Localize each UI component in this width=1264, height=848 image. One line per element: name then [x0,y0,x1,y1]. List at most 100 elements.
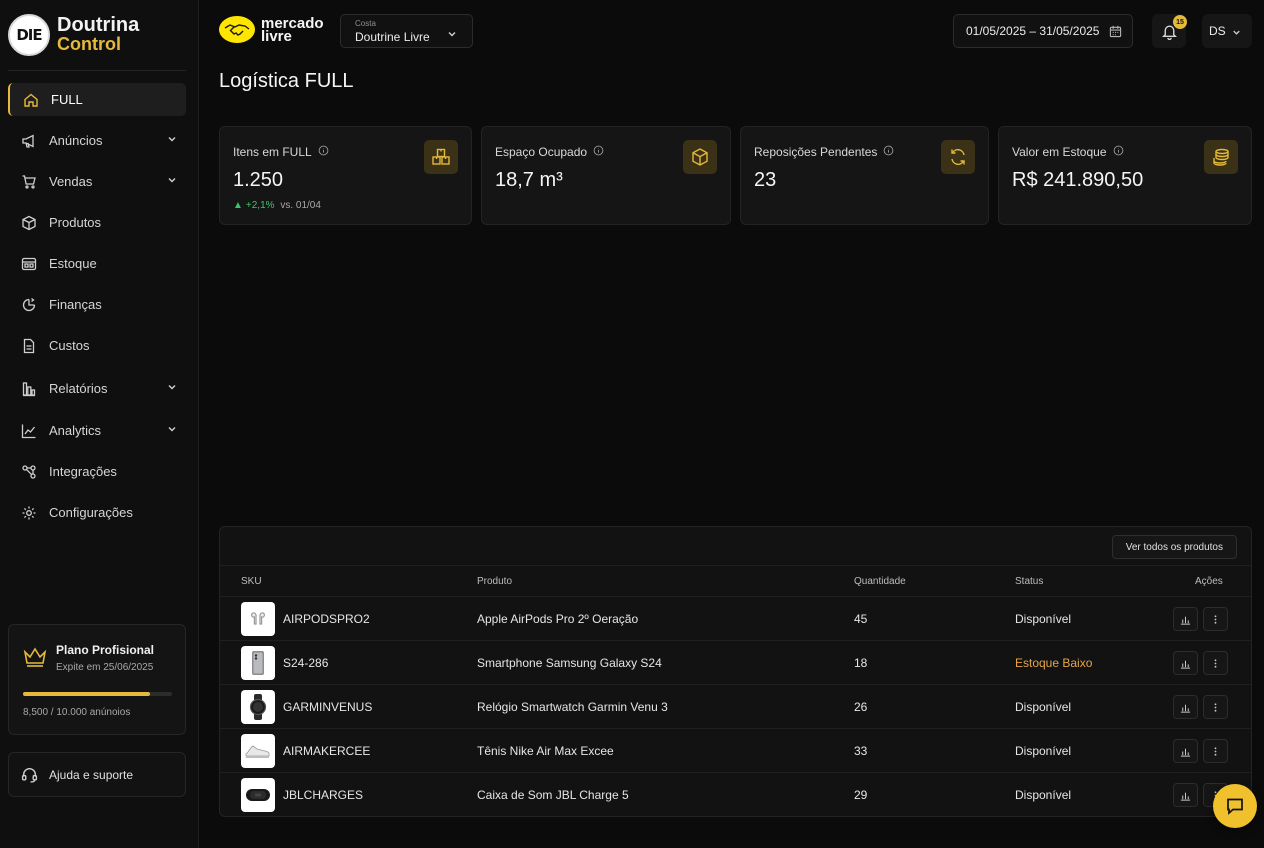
column-header-produto[interactable]: Produto [477,576,512,587]
info-icon[interactable] [883,145,894,159]
notifications-button[interactable]: 15 [1152,14,1187,48]
sidebar-item-analytics[interactable]: Analytics [8,414,186,447]
handshake-icon [219,16,255,43]
more-options-button[interactable] [1203,607,1228,631]
product-thumbnail[interactable] [241,690,275,724]
home-icon [23,92,39,108]
sku-cell: AIRPODSPRO2 [283,612,370,626]
brand-sub: Control [57,34,121,54]
kpi-label: Reposições Pendentes [754,145,878,159]
mercado-livre-logo[interactable]: mercado livre [219,16,324,44]
finance-icon [21,297,37,313]
chat-button[interactable] [1213,784,1257,828]
table-row[interactable]: JBLCHARGES Caixa de Som JBL Charge 5 29 Dis… [220,773,1251,816]
box-icon [21,215,37,231]
divider [8,70,186,71]
stats-button[interactable] [1173,695,1198,719]
kpi-label: Espaço Ocupado [495,145,588,159]
sidebar-item-integracoes[interactable]: Integrações [8,455,186,488]
status-cell: Disponível [1015,788,1072,802]
kpi-card-itens-full: Itens em FULL 1.250 ▲ +2,1% vs. 01/04 [219,126,472,225]
plan-card[interactable]: Plano Profisional Expite em 25/06/2025 8… [8,624,186,735]
inventory-icon [21,256,37,272]
sidebar-item-configuracoes[interactable]: Configurações [8,496,186,529]
document-icon [21,338,37,354]
column-header-quantidade[interactable]: Quantidade [854,576,906,587]
stats-button[interactable] [1173,607,1198,631]
account-select[interactable]: Costa Doutrine Livre [340,14,473,48]
more-vertical-icon [1214,702,1217,712]
boxes-icon [424,140,458,174]
headset-icon [21,767,38,783]
sidebar-item-vendas[interactable]: Vendas [8,165,186,198]
date-range-picker[interactable]: 01/05/2025 – 31/05/2025 [953,14,1133,48]
sku-cell: JBLCHARGES [283,788,364,802]
table-row[interactable]: AIRPODSPRO2 Apple AirPods Pro 2º Oeração 4… [220,597,1251,641]
cart-icon [21,174,37,190]
bar-chart-icon [1180,704,1191,713]
trend-up-icon: ▲ [233,200,243,211]
sidebar-item-label: Anúncios [49,133,103,148]
plan-expiry: Expite em 25/06/2025 [56,662,154,673]
sidebar-item-estoque[interactable]: Estoque [8,247,186,280]
more-options-button[interactable] [1203,739,1228,763]
help-support-button[interactable]: Ajuda e suporte [8,752,186,797]
quantity-cell: 26 [854,700,868,714]
kpi-value: 1.250 [233,169,284,191]
column-header-sku[interactable]: SKU [241,576,262,587]
product-thumbnail[interactable] [241,602,275,636]
brand[interactable]: DIE Doutrina Control [8,14,139,56]
brand-name: Doutrina [57,14,140,36]
quantity-cell: 18 [854,656,868,670]
gear-icon [21,505,37,521]
kpi-card-espaco-ocupado: Espaço Ocupado 18,7 m³ [481,126,731,225]
sidebar-item-financas[interactable]: Finanças [8,288,186,321]
sidebar-item-custos[interactable]: Custos [8,329,186,362]
sidebar-item-full[interactable]: FULL [8,83,186,116]
status-cell: Disponível [1015,612,1072,626]
product-thumbnail[interactable] [241,646,275,680]
bar-chart-icon [1180,748,1191,757]
sku-cell: GARMINVENUS [283,700,373,714]
column-header-acoes: Ações [1195,576,1223,587]
product-thumbnail[interactable] [241,778,275,812]
table-row[interactable]: GARMINVENUS Relógio Smartwatch Garmin Ven… [220,685,1251,729]
info-icon[interactable] [593,145,604,159]
table-row[interactable]: S24-286 Smartphone Samsung Galaxy S24 18 Es… [220,641,1251,685]
stats-button[interactable] [1173,739,1198,763]
view-all-products-button[interactable]: Ver todos os produtos [1111,535,1237,559]
user-menu[interactable]: DS [1202,14,1252,48]
crown-icon [23,647,47,672]
sidebar-nav: FULL Anúncios Vendas Produtos Estoque Fi… [8,83,186,529]
product-thumbnail[interactable] [241,734,275,768]
sidebar-item-anuncios[interactable]: Anúncios [8,124,186,157]
info-icon[interactable] [1113,145,1124,159]
sidebar-item-label: Analytics [49,423,102,438]
more-options-button[interactable] [1203,651,1228,675]
table-header: SKU Produto Quantidade Status Ações [220,565,1251,597]
info-icon[interactable] [318,145,329,159]
brand-logo: DIE [8,14,50,56]
plan-usage: 8,500 / 10.000 anúnoios [23,707,131,718]
integration-icon [21,464,37,480]
kpi-label: Itens em FULL [233,145,312,159]
coins-icon [1204,140,1238,174]
column-header-status[interactable]: Status [1015,576,1043,587]
sidebar-item-label: Vendas [49,174,93,189]
sidebar-item-label: Estoque [49,256,97,271]
calendar-icon [1109,25,1122,38]
more-options-button[interactable] [1203,695,1228,719]
sidebar-item-label: Produtos [49,215,102,230]
plan-title: Plano Profisional [56,643,155,657]
table-row[interactable]: AIRMAKERCEE Tênis Nike Air Max Excee 33 Dis… [220,729,1251,773]
sidebar-item-relatorios[interactable]: Relatórios [8,372,186,405]
chat-icon [1227,798,1243,815]
stats-button[interactable] [1173,651,1198,675]
kpi-delta-value: +2,1% [245,200,275,211]
status-cell: Estoque Baixo [1015,656,1093,670]
user-initials: DS [1209,24,1226,38]
stats-button[interactable] [1173,783,1198,807]
sku-cell: AIRMAKERCEE [283,744,371,758]
line-chart-icon [21,423,37,439]
sidebar-item-produtos[interactable]: Produtos [8,206,186,239]
